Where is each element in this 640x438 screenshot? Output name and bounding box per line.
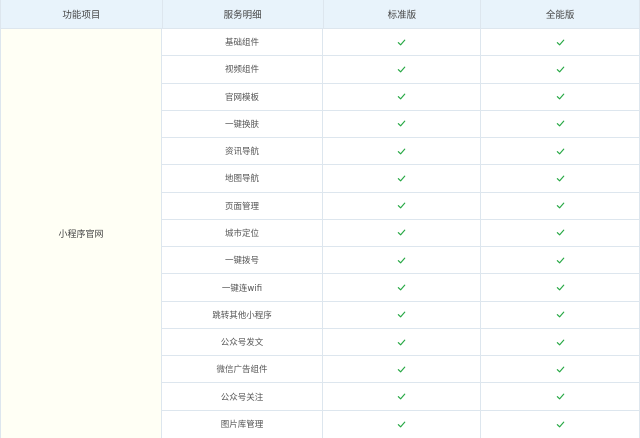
full-cell [481, 383, 640, 410]
table-row: 跳转其他小程序 [162, 301, 640, 329]
table-row: 一键拨号 [162, 247, 640, 275]
standard-cell [323, 83, 481, 110]
full-cell [481, 56, 640, 83]
header-standard: 标准版 [324, 0, 482, 28]
rows-container: 基础组件 视频组件 官网模板 一键换肤 资讯导航 地图导航 页面管理 城市定位 一键拨号 一键连w… [162, 29, 640, 438]
check-icon [397, 338, 406, 347]
detail-cell: 基础组件 [162, 29, 323, 56]
check-icon [397, 38, 406, 47]
standard-cell [323, 165, 481, 192]
full-cell [481, 219, 640, 247]
table-row: 官网模板 [162, 83, 640, 111]
detail-cell: 跳转其他小程序 [162, 301, 323, 328]
table-row: 公众号关注 [162, 383, 640, 411]
check-icon [397, 420, 406, 429]
check-icon [556, 92, 565, 101]
table-row: 一键换肤 [162, 110, 640, 139]
detail-cell: 一键连wifi [162, 274, 323, 301]
table-row: 一键连wifi [162, 274, 640, 302]
detail-cell: 城市定位 [162, 219, 323, 247]
standard-cell [323, 328, 481, 356]
standard-cell [323, 410, 481, 438]
check-icon [397, 365, 406, 374]
standard-cell [323, 56, 481, 83]
standard-cell [323, 301, 481, 328]
check-icon [397, 310, 406, 319]
standard-cell [323, 138, 481, 165]
detail-cell: 公众号发文 [162, 328, 323, 356]
table-row: 资讯导航 [162, 138, 640, 166]
check-icon [397, 228, 406, 237]
detail-cell: 微信广告组件 [162, 356, 323, 383]
full-cell [481, 29, 640, 56]
detail-cell: 视频组件 [162, 56, 323, 83]
detail-cell: 官网模板 [162, 83, 323, 110]
check-icon [556, 201, 565, 210]
check-icon [556, 310, 565, 319]
standard-cell [323, 383, 481, 410]
detail-cell: 资讯导航 [162, 138, 323, 165]
full-cell [481, 247, 640, 274]
standard-cell [323, 29, 481, 56]
check-icon [556, 174, 565, 183]
check-icon [556, 119, 565, 128]
check-icon [397, 65, 406, 74]
full-cell [481, 328, 640, 356]
standard-cell [323, 219, 481, 247]
table-row: 地图导航 [162, 165, 640, 193]
full-cell [481, 410, 640, 438]
standard-cell [323, 356, 481, 383]
standard-cell [323, 247, 481, 274]
table-row: 视频组件 [162, 56, 640, 84]
table-row: 公众号发文 [162, 328, 640, 357]
full-cell [481, 165, 640, 192]
check-icon [556, 256, 565, 265]
header-full: 全能版 [481, 0, 640, 28]
check-icon [397, 283, 406, 292]
table-row: 基础组件 [162, 29, 640, 57]
check-icon [397, 256, 406, 265]
check-icon [556, 38, 565, 47]
full-cell [481, 192, 640, 219]
table-row: 微信广告组件 [162, 356, 640, 384]
full-cell [481, 356, 640, 383]
check-icon [556, 392, 565, 401]
header-feature: 功能项目 [1, 0, 163, 28]
detail-cell: 地图导航 [162, 165, 323, 192]
group-cell: 小程序官网 [1, 29, 162, 438]
check-icon [556, 420, 565, 429]
table-body: 小程序官网 基础组件 视频组件 官网模板 一键换肤 资讯导航 地图导航 页面管理 城市定位 一键… [1, 29, 640, 438]
full-cell [481, 110, 640, 138]
check-icon [556, 65, 565, 74]
feature-comparison-table: 功能项目 服务明细 标准版 全能版 小程序官网 基础组件 视频组件 官网模板 一键换肤… [0, 0, 640, 438]
detail-cell: 图片库管理 [162, 410, 323, 438]
full-cell [481, 83, 640, 110]
table-row: 页面管理 [162, 192, 640, 220]
check-icon [556, 228, 565, 237]
check-icon [556, 147, 565, 156]
detail-cell: 公众号关注 [162, 383, 323, 410]
table-row: 图片库管理 [162, 410, 640, 438]
check-icon [397, 392, 406, 401]
check-icon [397, 147, 406, 156]
full-cell [481, 301, 640, 328]
detail-cell: 一键拨号 [162, 247, 323, 274]
check-icon [397, 119, 406, 128]
table-row: 城市定位 [162, 219, 640, 248]
table-header: 功能项目 服务明细 标准版 全能版 [1, 0, 640, 29]
header-detail: 服务明细 [163, 0, 324, 28]
full-cell [481, 274, 640, 301]
detail-cell: 页面管理 [162, 192, 323, 219]
standard-cell [323, 110, 481, 138]
check-icon [397, 92, 406, 101]
check-icon [397, 174, 406, 183]
check-icon [556, 365, 565, 374]
full-cell [481, 138, 640, 165]
check-icon [556, 338, 565, 347]
check-icon [556, 283, 565, 292]
standard-cell [323, 192, 481, 219]
detail-cell: 一键换肤 [162, 110, 323, 138]
standard-cell [323, 274, 481, 301]
check-icon [397, 201, 406, 210]
